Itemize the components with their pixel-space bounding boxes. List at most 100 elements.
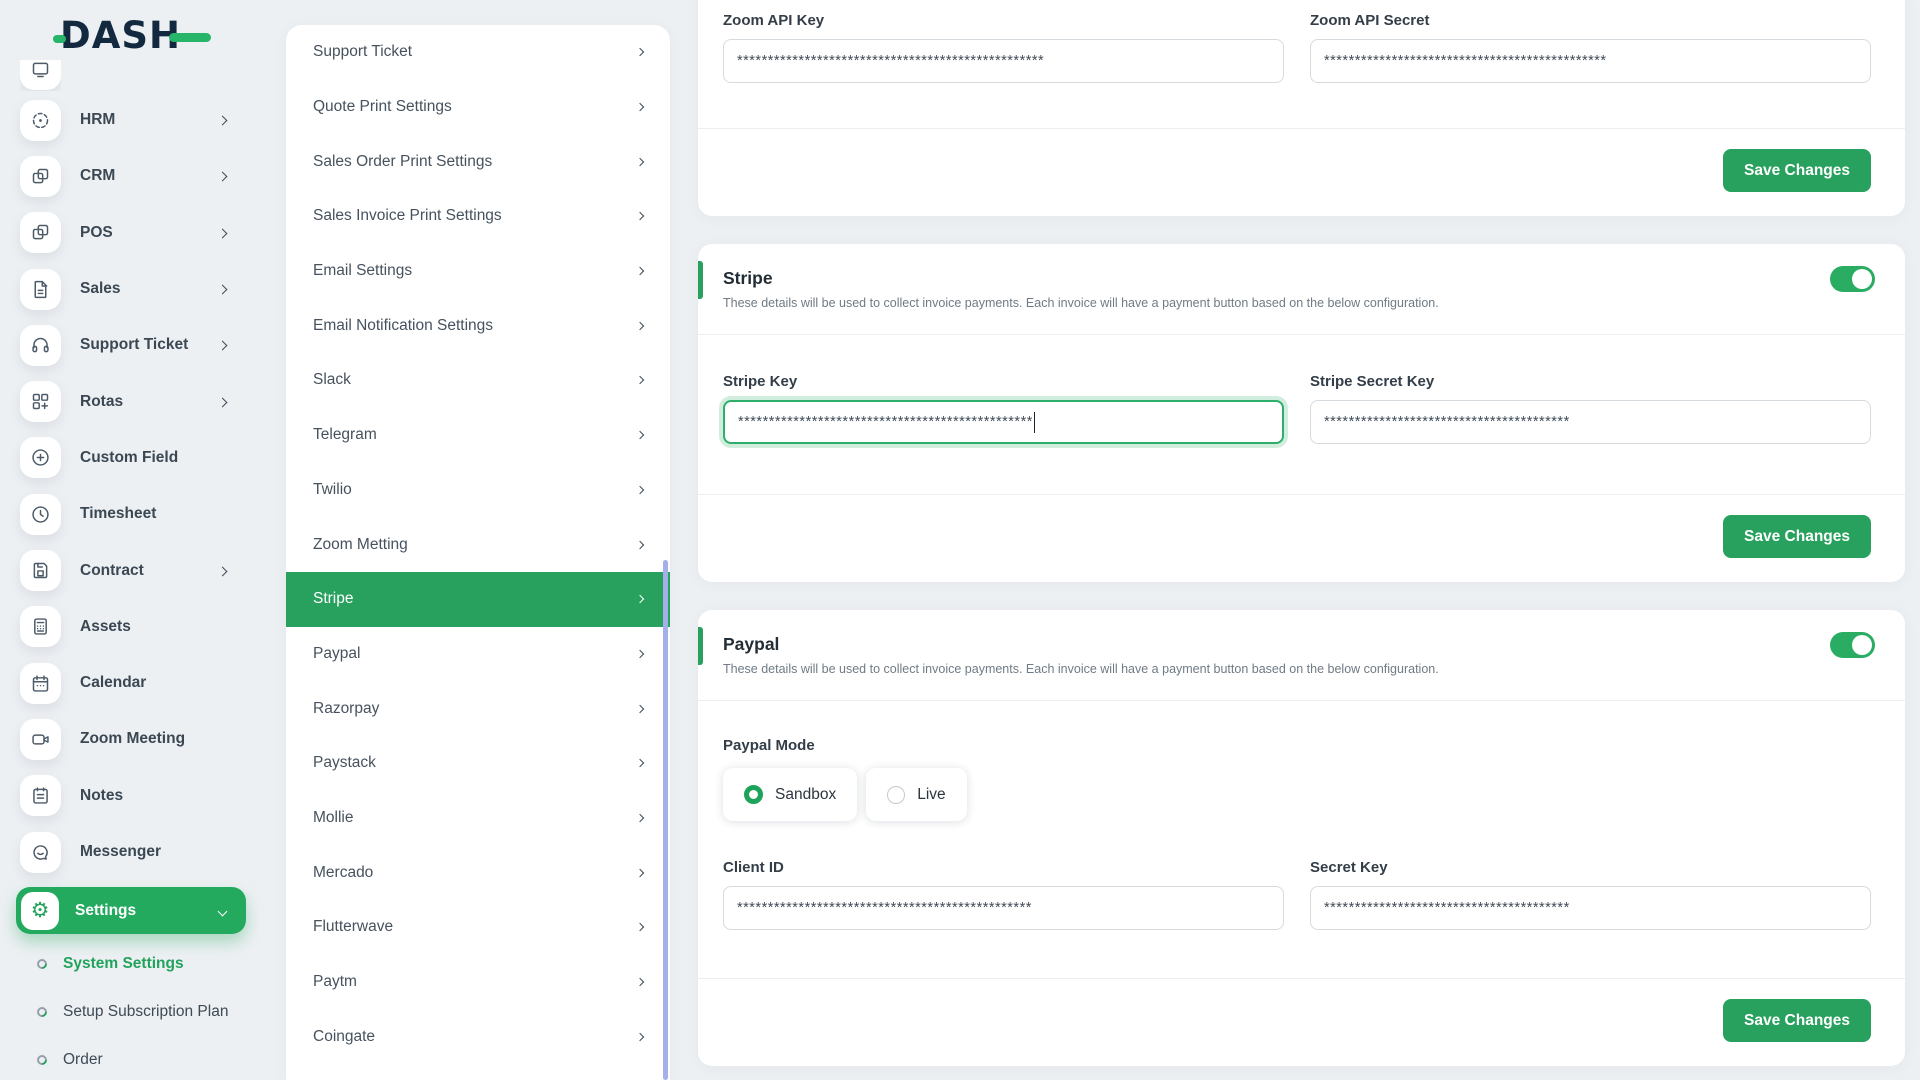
zoom-api-key-field: Zoom API Key ***************************… [723, 12, 1284, 83]
sidebar-item-crm[interactable]: CRM [0, 148, 250, 204]
menu-item-twilio[interactable]: Twilio [286, 463, 670, 518]
menu-item-mollie[interactable]: Mollie [286, 791, 670, 846]
radio-unchecked-icon[interactable] [887, 785, 906, 804]
chevron-right-icon [635, 649, 645, 659]
chevron-right-icon [635, 48, 645, 57]
sidebar-item-settings[interactable]: ⚙ Settings [16, 887, 246, 934]
menu-item-quote-print-settings[interactable]: Quote Print Settings [286, 80, 670, 135]
field-label: Client ID [723, 859, 784, 876]
sidebar-item-system-settings[interactable]: System Settings [0, 940, 250, 988]
paypal-mode-live[interactable]: Live [866, 768, 967, 821]
sidebar-item-notes[interactable]: Notes [0, 768, 250, 824]
app-root: { "page": { "background": "#edf0f3", "ac… [0, 0, 1920, 1080]
card-title: Stripe [723, 268, 773, 288]
paypal-mode-options: Sandbox Live [698, 768, 1905, 821]
stripe-key-input[interactable]: ****************************************… [723, 400, 1284, 444]
crm-icon [20, 155, 61, 197]
menu-item-email-settings[interactable]: Email Settings [286, 244, 670, 299]
chevron-right-icon [635, 868, 645, 877]
sidebar-item-timesheet[interactable]: Timesheet [0, 486, 250, 542]
sidebar-item-order[interactable]: Order [0, 1036, 250, 1080]
field-label: Stripe Secret Key [1310, 373, 1435, 390]
secret-key-input[interactable]: **************************************** [1310, 886, 1871, 930]
chevron-down-icon [217, 902, 228, 920]
logo-text: DASH [60, 14, 181, 57]
save-changes-button[interactable]: Save Changes [1723, 515, 1871, 558]
video-icon [20, 718, 61, 760]
menu-item-paytm[interactable]: Paytm [286, 955, 670, 1010]
calendar-icon [20, 662, 61, 704]
menu-item-zoom-metting[interactable]: Zoom Metting [286, 517, 670, 572]
menu-item-slack[interactable]: Slack [286, 353, 670, 408]
paypal-enabled-toggle[interactable] [1830, 632, 1875, 658]
sidebar-item-messenger[interactable]: Messenger [0, 824, 250, 880]
menu-item-support-ticket[interactable]: Support Ticket [286, 25, 670, 80]
accent-bar [698, 627, 703, 665]
menu-item-flutterwave[interactable]: Flutterwave [286, 900, 670, 955]
calculator-icon [20, 606, 61, 648]
chevron-right-icon [217, 562, 228, 580]
chevron-right-icon [217, 280, 228, 298]
sidebar-item-calendar[interactable]: Calendar [0, 655, 250, 711]
field-label: Stripe Key [723, 373, 798, 390]
save-changes-button[interactable]: Save Changes [1723, 149, 1871, 192]
stripe-enabled-toggle[interactable] [1830, 266, 1875, 292]
stripe-settings-card: Stripe These details will be used to col… [698, 244, 1905, 582]
stripe-secret-key-input[interactable]: **************************************** [1310, 400, 1871, 444]
sidebar-item-support-ticket[interactable]: Support Ticket [0, 317, 250, 373]
chevron-right-icon [635, 759, 645, 768]
main-content: Zoom API Key ***************************… [698, 0, 1905, 1066]
settings-menu-scrollbar[interactable] [663, 560, 668, 1080]
menu-item-paypal[interactable]: Paypal [286, 627, 670, 682]
chevron-right-icon [635, 376, 645, 385]
menu-item-telegram[interactable]: Telegram [286, 408, 670, 463]
pos-icon [20, 212, 61, 254]
paypal-mode-sandbox[interactable]: Sandbox [723, 768, 858, 821]
save-changes-button[interactable]: Save Changes [1723, 999, 1871, 1042]
chevron-right-icon [635, 485, 645, 495]
menu-item-razorpay[interactable]: Razorpay [286, 681, 670, 736]
sidebar-item-sales[interactable]: Sales [0, 261, 250, 317]
paypal-mode-label: Paypal Mode [723, 737, 815, 754]
chat-icon [20, 831, 61, 873]
chevron-right-icon [635, 266, 645, 276]
zoom-api-secret-input[interactable]: ****************************************… [1310, 39, 1871, 83]
chevron-right-icon [635, 212, 645, 221]
zoom-api-key-input[interactable]: ****************************************… [723, 39, 1284, 83]
sidebar-item-custom-field[interactable]: Custom Field [0, 430, 250, 486]
chevron-right-icon [217, 111, 228, 129]
radio-checked-icon[interactable] [744, 785, 763, 804]
sidebar-item-rotas[interactable]: Rotas [0, 373, 250, 429]
sidebar-item-zoom-meeting[interactable]: Zoom Meeting [0, 711, 250, 767]
menu-item-skrill[interactable]: Skrill [286, 1064, 670, 1080]
card-description: These details will be used to collect in… [723, 662, 1439, 676]
client-id-input[interactable]: ****************************************… [723, 886, 1284, 930]
chevron-right-icon [635, 102, 645, 112]
circle-plus-icon [20, 437, 61, 479]
zoom-api-secret-field: Zoom API Secret ************************… [1310, 12, 1871, 83]
accent-bar [698, 261, 703, 299]
chevron-right-icon [217, 167, 228, 185]
chevron-right-icon [635, 1032, 645, 1041]
sidebar-item-hrm[interactable]: HRM [0, 92, 250, 148]
chevron-right-icon [635, 923, 645, 932]
chevron-right-icon [635, 540, 645, 549]
chevron-right-icon [635, 594, 645, 604]
chevron-right-icon [635, 321, 645, 331]
field-label: Zoom API Secret [1310, 12, 1430, 29]
menu-item-stripe[interactable]: Stripe [286, 571, 670, 627]
sidebar-item-contract[interactable]: Contract [0, 542, 250, 598]
secret-key-field: Secret Key *****************************… [1310, 859, 1871, 930]
logo-accent-dot [53, 35, 66, 43]
menu-item-mercado[interactable]: Mercado [286, 845, 670, 900]
menu-item-sales-invoice-print-settings[interactable]: Sales Invoice Print Settings [286, 189, 670, 244]
menu-item-sales-order-print-settings[interactable]: Sales Order Print Settings [286, 134, 670, 189]
sidebar-item-assets[interactable]: Assets [0, 599, 250, 655]
sales-icon [20, 268, 61, 310]
menu-item-coingate[interactable]: Coingate [286, 1009, 670, 1064]
sidebar-item-setup-subscription-plan[interactable]: Setup Subscription Plan [0, 988, 250, 1036]
sidebar-item-pos[interactable]: POS [0, 205, 250, 261]
menu-item-paystack[interactable]: Paystack [286, 736, 670, 791]
menu-item-email-notification-settings[interactable]: Email Notification Settings [286, 298, 670, 353]
sidebar-item-partial[interactable] [20, 60, 61, 91]
